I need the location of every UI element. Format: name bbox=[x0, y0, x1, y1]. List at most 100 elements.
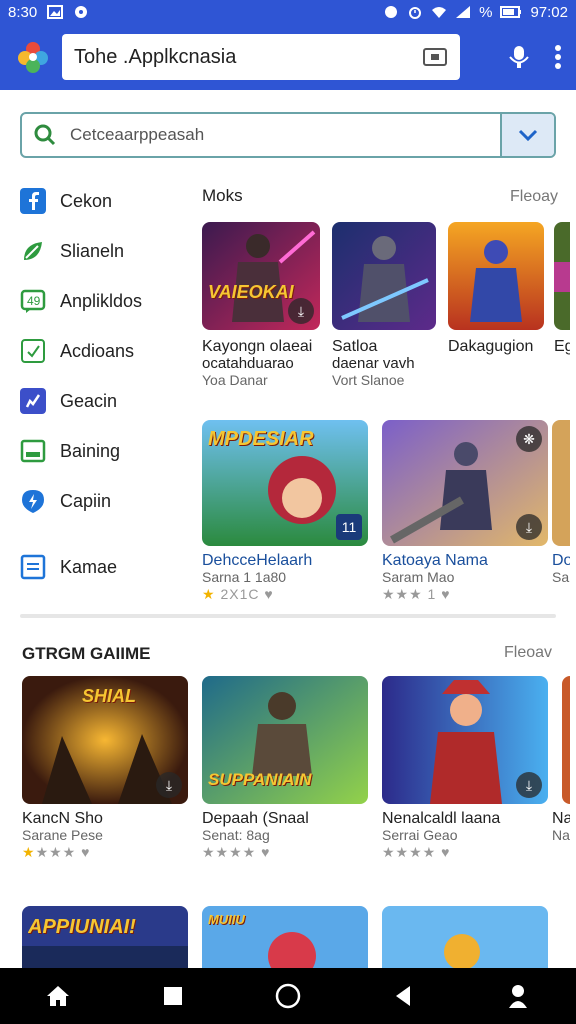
app-name: DehcceHelaarh bbox=[202, 552, 313, 569]
rating-text: 1 bbox=[427, 586, 437, 602]
download-icon[interactable]: ⤓ bbox=[288, 298, 314, 324]
signal-icon bbox=[456, 6, 471, 18]
sidebar-item[interactable]: Capiin bbox=[20, 476, 190, 526]
app-name: Eg bbox=[554, 338, 570, 355]
app-name: Katoaya Nama bbox=[382, 552, 488, 569]
app-card-text: KancN Sho Sarane Pese ★★★★ ♥ bbox=[22, 810, 192, 861]
camera-icon[interactable] bbox=[422, 46, 448, 68]
game-artwork bbox=[332, 222, 436, 330]
app-name: Depaah (Snaal bbox=[202, 810, 309, 827]
sidebar-item-label: Capiin bbox=[60, 490, 112, 511]
app-tile[interactable]: ⤓ bbox=[382, 676, 548, 804]
battery-icon bbox=[500, 6, 522, 18]
sidebar-item[interactable]: Baining bbox=[20, 426, 190, 476]
app-tile[interactable]: SUPPANIAIN bbox=[202, 676, 368, 804]
search-box[interactable]: Cetceaarppeasah bbox=[20, 112, 556, 158]
home-button[interactable] bbox=[268, 976, 308, 1016]
sidebar-item-label: Slianeln bbox=[60, 240, 125, 261]
calendar-icon bbox=[20, 438, 46, 464]
back-button[interactable] bbox=[383, 976, 423, 1016]
game-title-banner: SHIAL bbox=[82, 686, 136, 706]
sidebar-item[interactable]: Cekon bbox=[20, 176, 190, 226]
app-tile[interactable]: VAIEOKAI ⤓ bbox=[202, 222, 320, 330]
app-tile[interactable]: SHIAL ⤓ bbox=[22, 676, 188, 804]
download-icon[interactable]: ⤓ bbox=[516, 514, 542, 540]
featured-tile[interactable]: MPDESIAR 11 bbox=[202, 420, 368, 546]
app-tile[interactable] bbox=[332, 222, 436, 330]
app-subtitle: daenar vavh bbox=[332, 355, 415, 372]
search-dropdown-button[interactable] bbox=[500, 114, 554, 156]
sidebar-item-label: Baining bbox=[60, 440, 121, 461]
app-card-text: DehcceHelaarh Sarna 1 1a80 ★ 2X1C ♥ bbox=[202, 552, 372, 603]
app-name: KancN Sho bbox=[22, 810, 103, 827]
app-bar: Tohe .Applkcnasia bbox=[0, 24, 576, 90]
facebook-icon bbox=[20, 188, 46, 214]
main-content: Cetceaarppeasah Cekon Slianeln 49 Anplik… bbox=[6, 92, 570, 968]
record-icon bbox=[75, 6, 88, 18]
app-subtitle: Senat: 8ag bbox=[202, 827, 270, 843]
profile-icon[interactable] bbox=[498, 976, 538, 1016]
options-icon[interactable]: ❋ bbox=[516, 426, 542, 452]
category-sidebar: Cekon Slianeln 49 Anplikldos Acdioans Ge… bbox=[20, 176, 190, 592]
see-more-link[interactable]: Fleoav bbox=[504, 644, 552, 662]
app-card-text: Nenalcaldl laana Serrai Geao ★★★★ ♥ bbox=[382, 810, 552, 861]
app-subtitle: Sa bbox=[552, 569, 570, 585]
app-tile[interactable] bbox=[382, 906, 548, 968]
status-clock: 97:02 bbox=[530, 3, 568, 21]
sidebar-item[interactable]: Geacin bbox=[20, 376, 190, 426]
sidebar-item[interactable]: Slianeln bbox=[20, 226, 190, 276]
see-more-link[interactable]: Fleoay bbox=[510, 188, 558, 206]
more-vert-icon[interactable] bbox=[554, 44, 562, 70]
section-title: Moks bbox=[202, 186, 243, 205]
app-title-box[interactable]: Tohe .Applkcnasia bbox=[62, 34, 460, 80]
svg-text:49: 49 bbox=[27, 294, 41, 308]
app-card-text: Na Na bbox=[552, 810, 570, 844]
download-icon[interactable]: ⤓ bbox=[516, 772, 542, 798]
app-logo-icon[interactable] bbox=[14, 38, 52, 76]
sidebar-item-label: Kamae bbox=[60, 556, 118, 577]
recents-button[interactable] bbox=[153, 976, 193, 1016]
featured-tile[interactable] bbox=[552, 420, 570, 546]
sidebar-item[interactable]: Kamae bbox=[20, 542, 190, 592]
game-artwork bbox=[554, 222, 570, 330]
sidebar-item-label: Anplikldos bbox=[60, 290, 143, 311]
app-tile[interactable] bbox=[448, 222, 544, 330]
rating-stars: ★★★★ ♥ bbox=[382, 844, 451, 860]
download-icon[interactable]: ⤓ bbox=[156, 772, 182, 798]
game-artwork bbox=[562, 676, 570, 804]
document-icon bbox=[20, 554, 46, 580]
system-nav-bar bbox=[0, 968, 576, 1024]
app-tile[interactable]: APPIUNIAI! bbox=[22, 906, 188, 968]
badge: 11 bbox=[336, 514, 362, 540]
app-tile[interactable] bbox=[554, 222, 570, 330]
app-tile[interactable]: MUIIU bbox=[202, 906, 368, 968]
location-icon bbox=[20, 488, 46, 514]
sidebar-item[interactable]: Acdioans bbox=[20, 326, 190, 376]
app-name: Na bbox=[552, 810, 570, 827]
app-name: Do bbox=[552, 552, 570, 569]
game-title-banner: MUIIU bbox=[208, 912, 245, 927]
game-title-banner: SUPPANIAIN bbox=[208, 770, 312, 789]
app-name: Nenalcaldl laana bbox=[382, 810, 501, 827]
section-title: GTRGM GAIIME bbox=[22, 644, 151, 663]
app-subtitle: ocatahduarao bbox=[202, 355, 294, 372]
section-divider bbox=[20, 614, 556, 618]
wifi-icon bbox=[432, 7, 447, 18]
app-tile[interactable] bbox=[562, 676, 570, 804]
game-title-banner: APPIUNIAI! bbox=[28, 916, 136, 938]
app-name: Kayongn olaeai bbox=[202, 338, 313, 355]
app-subtitle: Na bbox=[552, 827, 570, 843]
app-card-text: Depaah (Snaal Senat: 8ag ★★★★ ♥ bbox=[202, 810, 372, 861]
featured-tile[interactable]: ❋ ⤓ bbox=[382, 420, 548, 546]
status-bar: 8:30 % 97:02 bbox=[0, 0, 576, 24]
app-name: Satloa bbox=[332, 338, 378, 355]
game-artwork bbox=[448, 222, 544, 330]
app-title: Tohe .Applkcnasia bbox=[74, 45, 237, 68]
app-developer: Yoa Danar bbox=[202, 372, 268, 388]
home-icon[interactable] bbox=[38, 976, 78, 1016]
sidebar-item[interactable]: 49 Anplikldos bbox=[20, 276, 190, 326]
search-input[interactable]: Cetceaarppeasah bbox=[70, 125, 204, 145]
microphone-icon[interactable] bbox=[506, 44, 532, 70]
app-name: Dakagugion bbox=[448, 338, 534, 355]
app-card-text: Dakagugion bbox=[448, 338, 548, 355]
